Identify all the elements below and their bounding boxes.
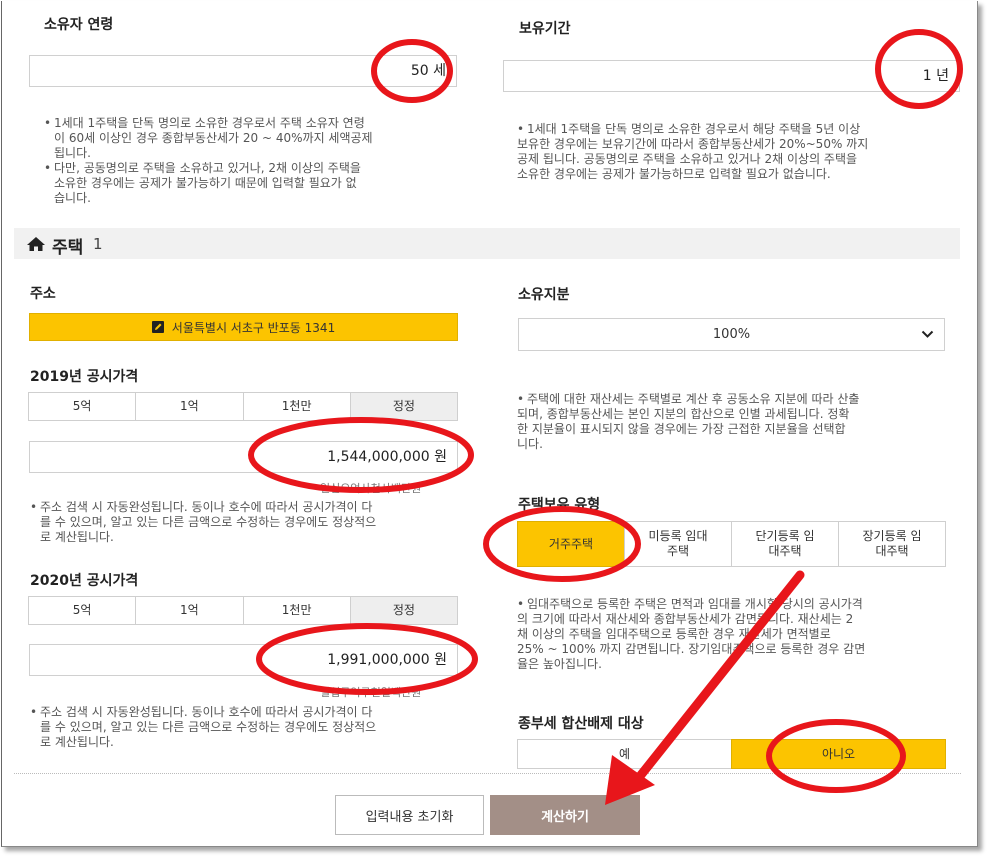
price-2019-note: • 주소 검색 시 자동완성됩니다. 동이나 호수에 따라서 공시가격이 다 를 … xyxy=(30,500,377,544)
price-2019-add-100m-button[interactable]: 1억 xyxy=(135,392,244,421)
price-2019-unit: 원 xyxy=(434,449,447,465)
exclusion-no-option[interactable]: 아니오 xyxy=(731,739,946,769)
exclusion-label: 종부세 합산배제 대상 xyxy=(518,716,644,732)
address-value: 서울특별시 서초구 반포동 1341 xyxy=(171,320,336,335)
holding-period-input[interactable]: 1 년 xyxy=(503,60,960,92)
price-2020-note: • 주소 검색 시 자동완성됩니다. 동이나 호수에 따라서 공시가격이 다 를 … xyxy=(30,705,377,749)
exclusion-options: 예 아니오 xyxy=(517,739,946,769)
price-2020-add-500m-button[interactable]: 5억 xyxy=(28,596,137,625)
holding-period-label: 보유기간 xyxy=(519,21,571,37)
price-2020-add-10m-button[interactable]: 1천만 xyxy=(242,596,351,625)
price-2019-value: 1,544,000,000 xyxy=(327,449,430,465)
price-2020-hint: 일십구억구천일백만원 xyxy=(320,686,422,699)
price-2019-add-10m-button[interactable]: 1천만 xyxy=(242,392,351,421)
price-2019-add-500m-button[interactable]: 5억 xyxy=(28,392,137,421)
housing-type-short-term-rental-option[interactable]: 단기등록 임 대주택 xyxy=(731,521,839,567)
divider xyxy=(14,773,961,774)
housing-type-label: 주택보유 유형 xyxy=(518,497,601,513)
owner-age-note: • 1세대 1주택을 단독 명의로 소유한 경우로서 주택 소유자 연령 이 60… xyxy=(44,116,373,205)
price-2020-label: 2020년 공시가격 xyxy=(30,573,139,589)
calculate-button[interactable]: 계산하기 xyxy=(490,795,640,835)
reset-button[interactable]: 입력내용 초기화 xyxy=(335,795,484,835)
owner-age-unit: 세 xyxy=(433,63,446,79)
chevron-down-icon xyxy=(921,330,934,338)
owner-age-input[interactable]: 50 세 xyxy=(29,55,457,87)
price-2019-hint: 일십오억사천사백만원 xyxy=(320,482,422,495)
price-2019-label: 2019년 공시가격 xyxy=(30,369,139,385)
owner-age-value: 50 xyxy=(410,63,429,79)
housing-type-long-term-rental-option[interactable]: 장기등록 임 대주택 xyxy=(838,521,946,567)
price-2020-buttons: 5억 1억 1천만 정정 xyxy=(28,596,458,625)
holding-period-unit: 년 xyxy=(936,68,949,84)
housing-type-options: 거주주택 미등록 임대 주택 단기등록 임 대주택 장기등록 임 대주택 xyxy=(517,521,946,567)
housing-type-residence-option[interactable]: 거주주택 xyxy=(517,521,625,567)
price-2019-correct-button[interactable]: 정정 xyxy=(349,392,458,421)
price-2020-unit: 원 xyxy=(434,652,447,668)
ownership-share-select[interactable]: 100% xyxy=(518,318,945,351)
home-icon xyxy=(27,237,45,251)
address-label: 주소 xyxy=(30,286,56,302)
housing-type-note: • 임대주택으로 등록한 주택은 면적과 임대를 개시할 당시의 공시가격 의 크… xyxy=(517,597,866,671)
housing-type-unregistered-rental-option[interactable]: 미등록 임대 주택 xyxy=(624,521,732,567)
price-2020-input[interactable]: 1,991,000,000 원 xyxy=(29,644,458,676)
address-search-button[interactable]: 서울특별시 서초구 반포동 1341 xyxy=(29,313,458,341)
owner-age-label: 소유자 연령 xyxy=(44,17,114,33)
holding-period-note: • 1세대 1주택을 단독 명의로 소유한 경우로서 해당 주택을 5년 이상 보… xyxy=(517,122,869,181)
price-2020-value: 1,991,000,000 xyxy=(327,652,430,668)
holding-period-value: 1 xyxy=(922,68,932,84)
ownership-share-note: • 주택에 대한 재산세는 주택별로 계산 후 공동소유 지분에 따라 산출 되며… xyxy=(517,392,860,451)
edit-icon xyxy=(151,321,164,333)
house-section-number: 1 xyxy=(93,235,103,253)
price-2019-input[interactable]: 1,544,000,000 원 xyxy=(29,441,458,473)
ownership-share-label: 소유지분 xyxy=(518,287,570,303)
price-2020-add-100m-button[interactable]: 1억 xyxy=(135,596,244,625)
ownership-share-value: 100% xyxy=(712,327,751,342)
house-section-title: 주택 xyxy=(52,238,84,258)
exclusion-yes-option[interactable]: 예 xyxy=(517,739,732,769)
price-2020-correct-button[interactable]: 정정 xyxy=(349,596,458,625)
price-2019-buttons: 5억 1억 1천만 정정 xyxy=(28,392,458,421)
house-section-header: 주택 1 xyxy=(14,228,960,259)
